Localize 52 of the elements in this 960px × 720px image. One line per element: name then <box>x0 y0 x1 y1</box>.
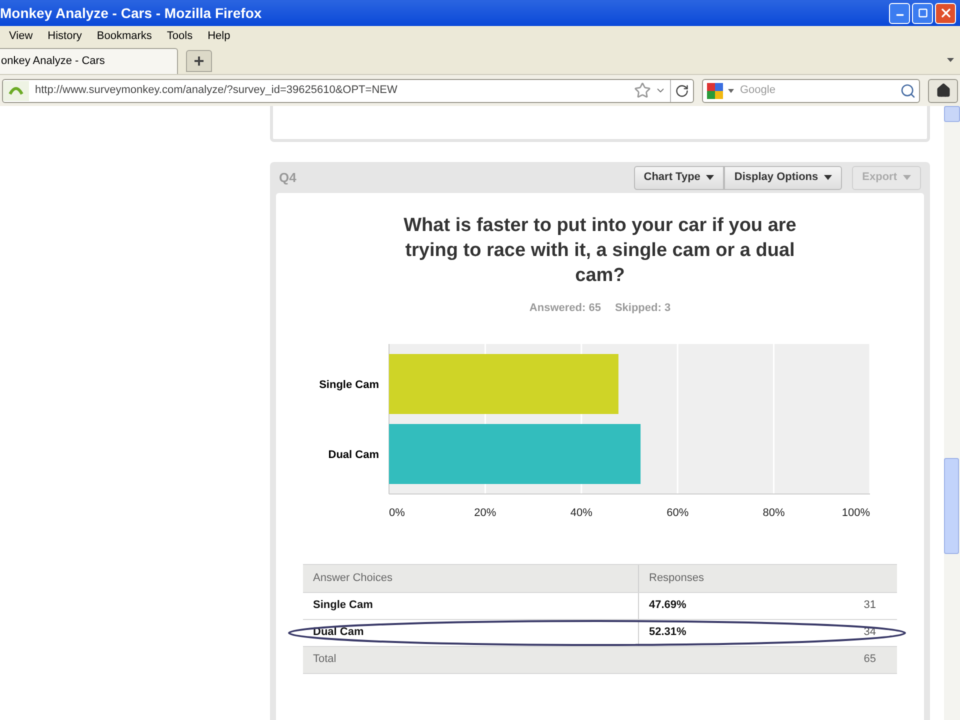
maximize-button[interactable] <box>912 2 933 24</box>
bookmark-star-icon[interactable] <box>634 82 651 99</box>
maximize-icon <box>918 8 928 18</box>
search-field[interactable]: Google <box>702 78 920 102</box>
table-cell-text: Single Cam <box>312 598 374 614</box>
tick-label: 80% <box>762 506 785 518</box>
category-label: Dual Cam <box>328 448 379 460</box>
tick-label: 40% <box>570 506 592 518</box>
dropdown-button[interactable]: Chart Type <box>634 166 724 190</box>
search-icon[interactable] <box>900 82 916 98</box>
answered-count: Answered: 65 <box>529 301 601 316</box>
skipped-count: Skipped: 3 <box>614 301 671 316</box>
tab-list-caret-icon[interactable] <box>947 58 954 62</box>
reload-icon[interactable] <box>675 84 689 98</box>
url-field[interactable]: http://www.surveymonkey.com/analyze/?survey_id=39625610&OPT=NEW <box>2 78 694 102</box>
menu-item[interactable]: Help <box>208 28 230 44</box>
question-title: What is faster to put into your car if you are trying to race with it, a single cam or a dual cam? <box>402 214 798 288</box>
tick-label: 100% <box>842 506 870 518</box>
close-button[interactable] <box>935 2 956 24</box>
caret-icon <box>903 175 911 180</box>
table-cell-text: Total <box>312 652 338 668</box>
home-button[interactable] <box>928 78 958 102</box>
home-icon <box>936 83 950 98</box>
table-cell-text: 65 <box>864 652 877 668</box>
close-icon <box>938 6 952 20</box>
scrollbar-thumb[interactable] <box>944 458 959 554</box>
tick-label: 20% <box>474 506 496 518</box>
question-number: Q4 <box>279 168 296 187</box>
caret-icon <box>706 175 714 180</box>
menu-item[interactable]: View <box>9 28 33 44</box>
column-header: Answer Choices <box>312 570 394 586</box>
table-cell-text: 52.31% <box>648 625 688 640</box>
scrollbar[interactable] <box>944 106 960 720</box>
browser-tab[interactable]: onkey Analyze - Cars <box>0 48 178 74</box>
menu-item[interactable]: History <box>48 28 82 44</box>
minimize-button[interactable] <box>889 2 910 24</box>
dropdown-button[interactable]: Display Options <box>724 166 842 190</box>
table-cell-text: 47.69% <box>648 598 688 614</box>
caret-icon <box>824 175 832 180</box>
url-text: http://www.surveymonkey.com/analyze/?survey_id=39625610&OPT=NEW <box>35 83 398 98</box>
engine-caret-icon[interactable] <box>728 88 734 92</box>
google-logo-icon <box>706 82 724 100</box>
search-input[interactable]: Google <box>740 82 900 99</box>
new-tab-button[interactable]: + <box>186 50 212 72</box>
column-header: Responses <box>648 570 704 586</box>
window-title: Monkey Analyze - Cars - Mozilla Firefox <box>0 4 262 23</box>
table-cell-text: 31 <box>864 598 877 614</box>
menu-item[interactable]: Tools <box>166 28 193 44</box>
tick-label: 60% <box>666 506 689 518</box>
tick-label: 0% <box>389 506 405 518</box>
menu-item[interactable]: Bookmarks <box>96 28 152 44</box>
category-label: Single Cam <box>319 378 379 390</box>
